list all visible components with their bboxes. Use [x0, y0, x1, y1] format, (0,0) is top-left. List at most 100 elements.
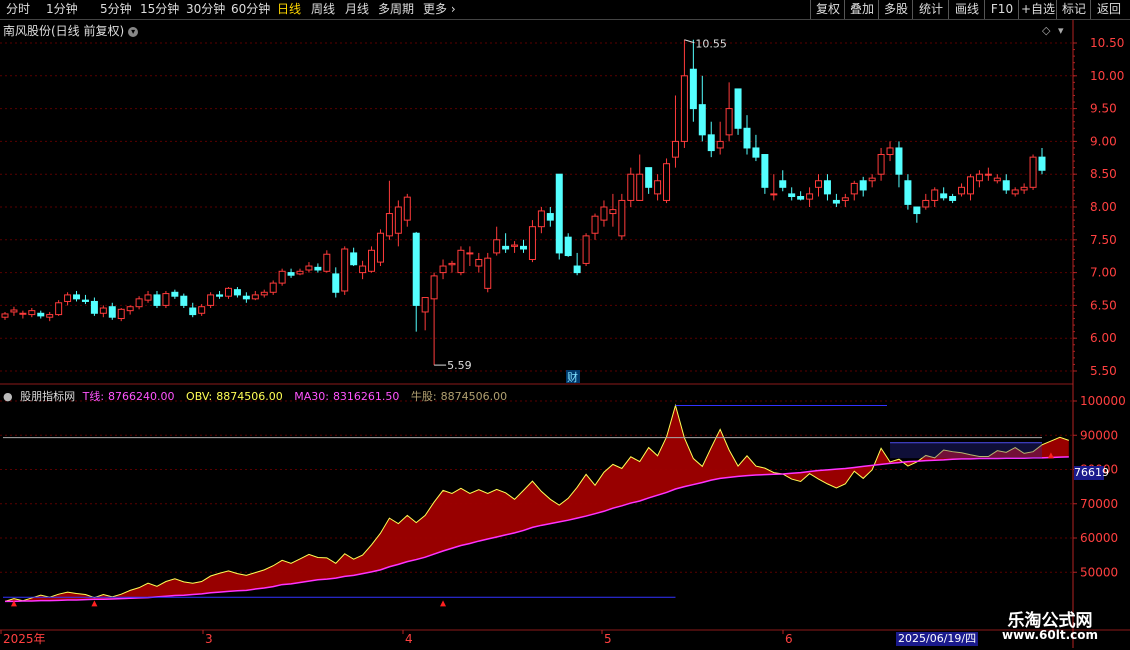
watermark: 乐淘公式网 www.60lt.com — [985, 606, 1115, 646]
legend-bull-value: 8874506.00 — [440, 390, 508, 403]
legend-tline: T线: 8766240.00 — [83, 390, 179, 403]
candle-body-down — [171, 291, 179, 297]
candle-body-up — [806, 193, 814, 200]
candle-body-up — [841, 197, 849, 201]
watermark-url: www.60lt.com — [1001, 628, 1099, 642]
candle-body-down — [797, 196, 805, 200]
candle-body-up — [99, 307, 107, 314]
x-label-month-6: 6 — [785, 632, 793, 646]
candle-body-down — [108, 306, 116, 318]
indicator-name[interactable]: 股朋指标网 — [20, 390, 75, 403]
candle-body-up — [493, 239, 501, 254]
candle-body-up — [126, 306, 134, 312]
candle-body-down — [859, 180, 867, 191]
x-label-month-3: 3 — [205, 632, 213, 646]
candle-body-up — [341, 248, 349, 292]
high-price-label: 10.55 — [695, 38, 727, 51]
candle-body-up — [394, 206, 402, 234]
x-label-month-5: 5 — [604, 632, 612, 646]
candle-body-down — [233, 289, 241, 296]
candle-body-up — [984, 173, 992, 176]
legend-ma30-label: MA30: — [294, 390, 329, 403]
candle-body-up — [618, 199, 626, 237]
candle-body-up — [448, 262, 456, 266]
up-arrow-signal — [440, 600, 447, 607]
candle-body-up — [868, 177, 876, 182]
candle-body-up — [46, 314, 54, 318]
candle-body-up — [958, 186, 966, 195]
candle-body-up — [975, 173, 983, 182]
candle-body-up — [815, 180, 823, 188]
candle-body-down — [949, 196, 957, 201]
candle-body-up — [323, 253, 331, 272]
candle-body-up — [55, 302, 63, 316]
candle-body-down — [734, 88, 742, 129]
x-label-year: 2025年 — [3, 632, 46, 646]
legend-obv-value: 8874506.00 — [216, 390, 283, 403]
candle-body-up — [627, 173, 635, 201]
candle-body-up — [511, 244, 519, 247]
candle-body-up — [269, 282, 277, 293]
candle-body-up — [278, 270, 286, 284]
candle-body-up — [368, 249, 376, 272]
candle-body-down — [412, 232, 420, 306]
price-tick-label: 9.50 — [1090, 102, 1117, 116]
candle-body-up — [207, 294, 215, 306]
indicator-tick-label: 100000 — [1080, 394, 1126, 408]
candle-body-down — [81, 299, 89, 302]
candle-body-up — [1020, 186, 1028, 191]
candle-body-up — [439, 265, 447, 274]
candle-body-down — [555, 173, 563, 254]
candle-body-down — [546, 213, 554, 221]
candle-body-down — [287, 272, 295, 276]
indicator-collapse-icon[interactable]: ● — [3, 390, 13, 403]
x-label-month-4: 4 — [405, 632, 413, 646]
candle-body-up — [591, 215, 599, 234]
candle-body-up — [1029, 156, 1037, 188]
diamond-icon: ◇ — [1042, 24, 1051, 37]
chevron-down-icon: ▾ — [1058, 24, 1064, 37]
indicator-tick-label: 70000 — [1080, 497, 1118, 511]
candle-body-up — [144, 294, 152, 301]
candle-body-down — [153, 294, 161, 306]
candle-body-down — [73, 294, 81, 300]
main-chart-title[interactable]: 南风股份(日线 前复权) ▾ — [3, 22, 139, 39]
candle-body-down — [761, 154, 769, 188]
candle-body-down — [242, 295, 250, 300]
ma30-line — [5, 456, 1069, 603]
chart-canvas[interactable]: 10.50 10.00 9.50 9.00 8.50 8.00 7.50 7.00 6.50 6.… — [0, 0, 1130, 650]
candle-body-up — [1011, 189, 1019, 195]
indicator-tick-label: 50000 — [1080, 565, 1118, 579]
candle-body-down — [1002, 180, 1010, 191]
candle-body-up — [198, 306, 206, 314]
candle-body-up — [385, 213, 393, 237]
candle-body-up — [296, 270, 304, 275]
candle-body-up — [966, 176, 974, 195]
candle-body-up — [1, 313, 9, 318]
stock-name-label: 南风股份(日线 前复权) — [3, 24, 125, 38]
candle-body-up — [457, 249, 465, 274]
candle-body-up — [117, 308, 125, 320]
cursor-date-badge: 2025/06/19/四 — [896, 632, 979, 646]
candle-body-down — [752, 147, 760, 158]
candle-body-down — [189, 307, 197, 316]
candle-body-down — [904, 180, 912, 205]
finance-marker: 财 — [567, 370, 578, 384]
indicator-tick-label: 90000 — [1080, 428, 1118, 442]
candle-body-up — [537, 210, 545, 228]
chevron-down-icon[interactable]: ▾ — [128, 26, 139, 37]
price-tick-label: 9.00 — [1090, 134, 1117, 148]
price-tick-label: 7.00 — [1090, 266, 1117, 280]
candle-body-down — [913, 206, 921, 215]
indicator-tick-label: 60000 — [1080, 531, 1118, 545]
legend-obv: OBV: 8874506.00 — [186, 390, 287, 403]
candle-body-up — [135, 298, 143, 308]
price-tick-label: 8.50 — [1090, 167, 1117, 181]
price-tick-label: 7.50 — [1090, 233, 1117, 247]
candle-body-up — [931, 189, 939, 201]
up-arrow-signal — [91, 600, 98, 607]
candle-body-down — [689, 68, 697, 110]
candle-body-up — [28, 310, 36, 316]
candle-body-up — [671, 140, 679, 158]
legend-bull: 牛股: 8874506.00 — [411, 390, 511, 403]
